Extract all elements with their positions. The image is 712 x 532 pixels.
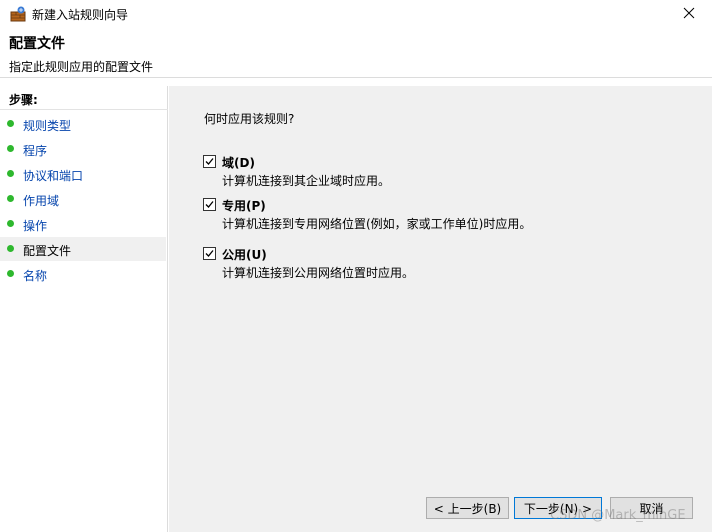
- option-domain: 域(D) 计算机连接到其企业域时应用。: [203, 154, 703, 194]
- step-item-scope[interactable]: 作用域: [0, 187, 166, 211]
- step-label: 作用域: [23, 194, 60, 208]
- step-item-profile[interactable]: 配置文件: [0, 237, 166, 261]
- step-bullet-icon: [7, 195, 14, 202]
- option-public: 公用(U) 计算机连接到公用网络位置时应用。: [203, 246, 703, 286]
- steps-label: 步骤:: [9, 93, 38, 107]
- private-label[interactable]: 专用(P): [222, 197, 266, 214]
- watermark: CSDN @Mark_minGE: [550, 508, 686, 523]
- private-checkbox[interactable]: [203, 198, 216, 211]
- domain-description: 计算机连接到其企业域时应用。: [222, 174, 391, 188]
- step-item-name[interactable]: 名称: [0, 262, 166, 286]
- step-bullet-icon: [7, 120, 14, 127]
- public-description: 计算机连接到公用网络位置时应用。: [222, 266, 415, 280]
- step-label: 规则类型: [23, 119, 72, 133]
- step-bullet-icon: [7, 270, 14, 277]
- step-bullet-icon: [7, 220, 14, 227]
- domain-checkbox[interactable]: [203, 155, 216, 168]
- step-bullet-icon: [7, 245, 14, 252]
- option-private: 专用(P) 计算机连接到专用网络位置(例如，家或工作单位)时应用。: [203, 197, 703, 237]
- firewall-wizard-icon: [9, 5, 27, 23]
- step-label: 配置文件: [23, 244, 72, 258]
- step-item-action[interactable]: 操作: [0, 212, 166, 236]
- title-bar: 新建入站规则向导: [0, 0, 712, 28]
- public-label[interactable]: 公用(U): [222, 246, 267, 263]
- step-bullet-icon: [7, 170, 14, 177]
- public-checkbox[interactable]: [203, 247, 216, 260]
- window-title: 新建入站规则向导: [32, 8, 129, 22]
- steps-header: 步骤:: [0, 86, 168, 110]
- question-label: 何时应用该规则?: [204, 112, 295, 126]
- step-item-protocol-ports[interactable]: 协议和端口: [0, 162, 166, 186]
- step-label: 名称: [23, 269, 48, 283]
- step-label: 操作: [23, 219, 48, 233]
- close-icon: [683, 7, 695, 22]
- step-bullet-icon: [7, 145, 14, 152]
- page-subtitle: 指定此规则应用的配置文件: [9, 60, 154, 74]
- wizard-header: 配置文件 指定此规则应用的配置文件: [0, 28, 712, 78]
- step-label: 协议和端口: [23, 169, 84, 183]
- close-button[interactable]: [666, 0, 712, 28]
- step-item-rule-type[interactable]: 规则类型: [0, 112, 166, 136]
- wizard-content: 何时应用该规则? 域(D) 计算机连接到其企业域时应用。 专用(P) 计算机连接…: [169, 86, 712, 532]
- step-label: 程序: [23, 144, 48, 158]
- domain-label[interactable]: 域(D): [222, 154, 255, 171]
- back-button[interactable]: < 上一步(B): [426, 497, 509, 519]
- step-item-program[interactable]: 程序: [0, 137, 166, 161]
- private-description: 计算机连接到专用网络位置(例如，家或工作单位)时应用。: [222, 217, 532, 231]
- page-title: 配置文件: [9, 36, 65, 52]
- steps-sidebar: 步骤: 规则类型 程序 协议和端口 作用域 操作 配置文件 名称: [0, 86, 168, 532]
